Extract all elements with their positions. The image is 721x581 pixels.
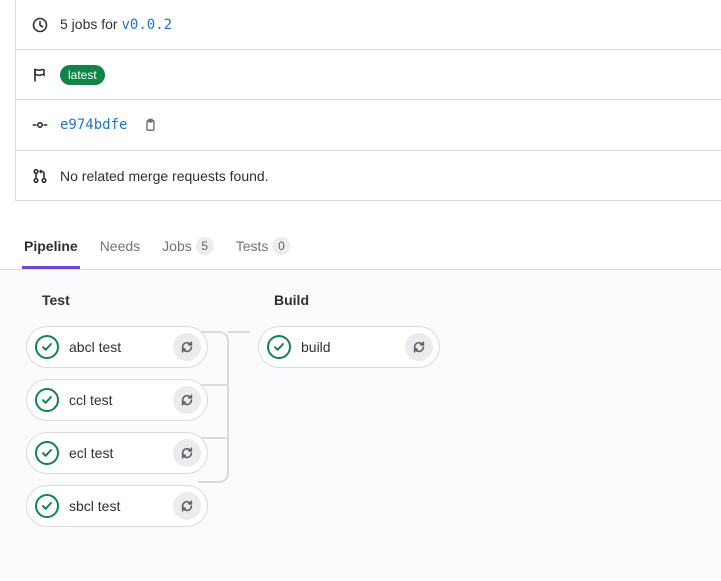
retry-icon xyxy=(180,499,194,513)
job-name: build xyxy=(301,339,405,355)
commit-row: e974bdfe xyxy=(16,100,721,151)
commit-sha-link[interactable]: e974bdfe xyxy=(60,117,127,133)
stage-build-title: Build xyxy=(274,292,440,308)
status-passed-icon xyxy=(267,335,291,359)
pipeline-graph: Test abcl test xyxy=(0,270,721,578)
job-name: ecl test xyxy=(69,445,173,461)
jobs-summary-text: 5 jobs for v0.0.2 xyxy=(60,16,172,33)
stage-test-title: Test xyxy=(42,292,208,308)
clipboard-icon xyxy=(143,118,157,132)
job-name: abcl test xyxy=(69,339,173,355)
pipeline-info-panel: 5 jobs for v0.0.2 latest e974bdfe xyxy=(15,0,721,201)
stage-build: Build build xyxy=(258,290,440,538)
job-name: ccl test xyxy=(69,392,173,408)
pipeline-tabs: Pipeline Needs Jobs 5 Tests 0 xyxy=(0,223,721,270)
commit-icon xyxy=(32,117,48,133)
tab-tests[interactable]: Tests 0 xyxy=(234,223,293,269)
retry-button[interactable] xyxy=(173,333,201,361)
jobs-count-badge: 5 xyxy=(196,237,214,255)
job-ecl-test[interactable]: ecl test xyxy=(26,432,208,474)
status-passed-icon xyxy=(35,441,59,465)
latest-badge: latest xyxy=(60,65,105,85)
tests-count-badge: 0 xyxy=(272,237,290,255)
stage-test: Test abcl test xyxy=(26,290,208,538)
status-passed-icon xyxy=(35,494,59,518)
retry-button[interactable] xyxy=(173,386,201,414)
retry-icon xyxy=(180,393,194,407)
tab-pipeline[interactable]: Pipeline xyxy=(22,223,80,269)
tab-jobs[interactable]: Jobs 5 xyxy=(160,223,216,269)
status-passed-icon xyxy=(35,388,59,412)
job-name: sbcl test xyxy=(69,498,173,514)
tab-jobs-label: Jobs xyxy=(162,238,192,254)
merge-request-icon xyxy=(32,168,48,184)
retry-icon xyxy=(180,446,194,460)
merge-request-row: No related merge requests found. xyxy=(16,151,721,201)
job-build[interactable]: build xyxy=(258,326,440,368)
job-ccl-test[interactable]: ccl test xyxy=(26,379,208,421)
tab-needs[interactable]: Needs xyxy=(98,223,142,269)
retry-icon xyxy=(180,340,194,354)
jobs-summary-row: 5 jobs for v0.0.2 xyxy=(16,0,721,50)
job-sbcl-test[interactable]: sbcl test xyxy=(26,485,208,527)
merge-request-text: No related merge requests found. xyxy=(60,168,269,184)
retry-button[interactable] xyxy=(173,492,201,520)
job-abcl-test[interactable]: abcl test xyxy=(26,326,208,368)
tab-tests-label: Tests xyxy=(236,238,269,254)
clock-icon xyxy=(32,17,48,33)
version-link[interactable]: v0.0.2 xyxy=(121,17,172,33)
retry-button[interactable] xyxy=(173,439,201,467)
flag-icon xyxy=(32,67,48,83)
retry-icon xyxy=(412,340,426,354)
copy-sha-button[interactable] xyxy=(139,114,161,136)
latest-row: latest xyxy=(16,50,721,100)
status-passed-icon xyxy=(35,335,59,359)
retry-button[interactable] xyxy=(405,333,433,361)
